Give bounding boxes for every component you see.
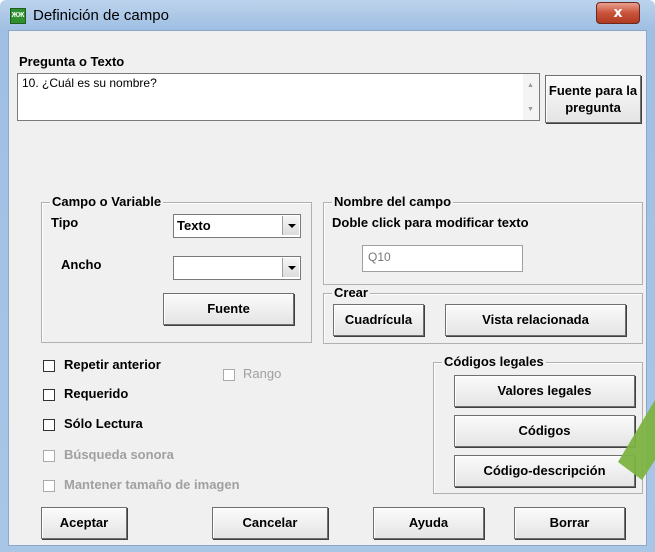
- cuadricula-button-label: Cuadrícula: [344, 312, 413, 327]
- cancelar-button[interactable]: Cancelar: [212, 507, 328, 539]
- ayuda-button-label: Ayuda: [408, 515, 449, 530]
- chevron-down-icon[interactable]: [282, 258, 299, 277]
- repetir-anterior-checkbox[interactable]: [43, 360, 55, 372]
- cuadricula-button[interactable]: Cuadrícula: [333, 304, 424, 336]
- ancho-label: Ancho: [61, 257, 102, 272]
- chevron-down-icon[interactable]: [282, 216, 299, 235]
- requerido-label: Requerido: [64, 386, 129, 401]
- annotation-arrow-shape: [618, 400, 655, 480]
- nombre-campo-input[interactable]: Q10: [362, 245, 523, 272]
- ancho-select[interactable]: [173, 256, 301, 280]
- aceptar-button-label: Aceptar: [59, 515, 109, 530]
- font-question-button-label: Fuente para la pregunta: [548, 83, 638, 115]
- busqueda-sonora-label: Búsqueda sonora: [64, 447, 174, 462]
- rango-label: Rango: [243, 366, 282, 381]
- aceptar-button[interactable]: Aceptar: [41, 507, 127, 539]
- nombre-campo-title: Nombre del campo: [332, 194, 454, 209]
- ayuda-button[interactable]: Ayuda: [373, 507, 484, 539]
- fuente-button-label: Fuente: [207, 301, 250, 316]
- borrar-button-label: Borrar: [549, 515, 590, 530]
- valores-legales-button-label: Valores legales: [497, 383, 592, 398]
- textarea-scrollbar[interactable]: ▲ ▼: [523, 74, 539, 120]
- requerido-checkbox[interactable]: [43, 389, 55, 401]
- codigo-descripcion-button-label: Código-descripción: [483, 463, 606, 478]
- question-textarea[interactable]: 10. ¿Cuál es su nombre? ▲ ▼: [17, 73, 540, 121]
- title-bar[interactable]: ЖЖ Definición de campo x: [0, 0, 655, 30]
- close-icon: x: [613, 5, 623, 21]
- question-label: Pregunta o Texto: [19, 54, 125, 69]
- close-button[interactable]: x: [596, 2, 640, 24]
- mantener-tamano-label: Mantener tamaño de imagen: [64, 477, 240, 492]
- tipo-label: Tipo: [51, 215, 79, 230]
- fuente-button[interactable]: Fuente: [163, 293, 294, 325]
- codigos-legales-title: Códigos legales: [442, 354, 546, 369]
- scroll-up-icon[interactable]: ▲: [527, 82, 534, 89]
- solo-lectura-label: Sólo Lectura: [64, 416, 143, 431]
- tipo-select[interactable]: Texto: [173, 214, 301, 238]
- borrar-button[interactable]: Borrar: [514, 507, 625, 539]
- scroll-down-icon[interactable]: ▼: [527, 106, 534, 113]
- annotation-arrow-icon: [618, 400, 655, 480]
- cancelar-button-label: Cancelar: [242, 515, 298, 530]
- repetir-anterior-label: Repetir anterior: [64, 357, 161, 372]
- vista-relacionada-button-label: Vista relacionada: [482, 312, 589, 327]
- nombre-campo-hint: Doble click para modificar texto: [332, 215, 529, 230]
- vista-relacionada-button[interactable]: Vista relacionada: [445, 304, 626, 336]
- crear-title: Crear: [332, 285, 370, 300]
- campo-variable-title: Campo o Variable: [50, 194, 164, 209]
- app-icon: ЖЖ: [10, 8, 26, 24]
- solo-lectura-checkbox[interactable]: [43, 419, 55, 431]
- codigo-descripcion-button[interactable]: Código-descripción: [454, 455, 635, 487]
- codigos-button[interactable]: Códigos: [454, 415, 635, 447]
- question-text: 10. ¿Cuál es su nombre?: [22, 76, 157, 90]
- tipo-select-value: Texto: [177, 218, 211, 233]
- mantener-tamano-checkbox[interactable]: [43, 480, 55, 492]
- valores-legales-button[interactable]: Valores legales: [454, 375, 635, 407]
- font-question-button[interactable]: Fuente para la pregunta: [545, 75, 641, 123]
- busqueda-sonora-checkbox[interactable]: [43, 450, 55, 462]
- codigos-button-label: Códigos: [518, 423, 571, 438]
- window-title: Definición de campo: [33, 7, 169, 24]
- rango-checkbox[interactable]: [223, 369, 235, 381]
